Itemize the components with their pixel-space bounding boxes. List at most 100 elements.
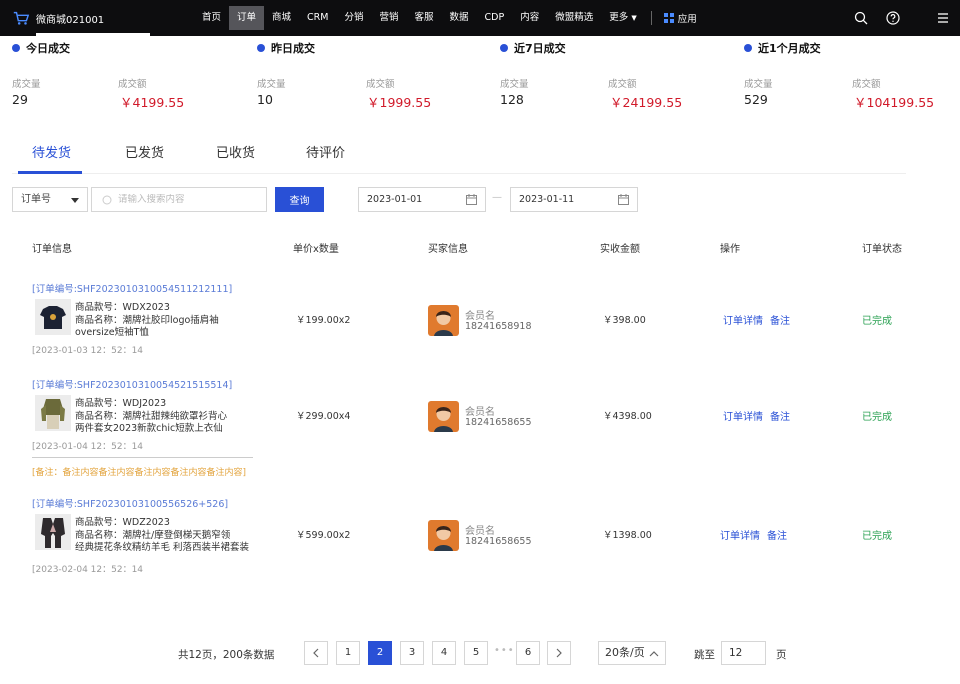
date-range-separator: — [492,192,502,203]
jump-label: 跳至 [694,649,715,661]
next-page-button[interactable] [547,641,571,665]
buyer-phone: 18241658655 [465,417,532,428]
bullet-dot [500,44,508,52]
nav-customer-service[interactable]: 客服 [407,6,442,30]
order-detail-link[interactable]: 订单详情 [723,312,763,327]
nav-selection[interactable]: 微盟精选 [547,6,601,30]
stat-amount-label: 成交额 [366,79,395,90]
tab-pending-shipment[interactable]: 待发货 [32,142,71,161]
order-number[interactable]: [订单编号:SHF2023010310054511212111] [32,281,232,295]
stat-count-label: 成交量 [500,79,529,90]
stat-amount: ￥24199.55 [610,95,683,110]
stat-count: 529 [744,92,768,107]
query-button[interactable]: 查询 [275,187,324,212]
status-badge: 已完成 [862,316,892,327]
stat-count: 128 [500,92,524,107]
note-link[interactable]: 备注 [770,312,790,327]
search-icon[interactable] [854,11,868,25]
stat-count-label: 成交量 [744,79,773,90]
search-box[interactable] [91,187,267,212]
received-amount: ￥1398.00 [603,530,652,541]
tab-pending-review[interactable]: 待评价 [306,142,345,161]
prev-page-button[interactable] [304,641,328,665]
product-code: 商品款号：WDX2023 [75,302,170,313]
header-buyer: 买家信息 [428,244,468,255]
buyer-avatar [428,305,459,336]
buyer-avatar [428,520,459,551]
store-switcher[interactable]: 微商城021001 [12,0,104,36]
order-detail-link[interactable]: 订单详情 [723,408,763,423]
stat-amount: ￥4199.55 [120,95,185,110]
order-number[interactable]: [订单编号:SHF202301031005565​26+526] [32,496,228,510]
stat-title: 今日成交 [26,42,70,55]
nav-more[interactable]: 更多 ▼ [601,6,644,30]
help-icon[interactable] [886,11,900,25]
end-date-picker[interactable]: 2023-01-11 [510,187,638,212]
stat-title: 昨日成交 [271,42,315,55]
status-badge: 已完成 [862,531,892,542]
status-badge: 已完成 [862,412,892,423]
note-link[interactable]: 备注 [767,527,787,542]
bullet-dot [744,44,752,52]
header-order-info: 订单信息 [32,244,72,255]
order-number[interactable]: [订单编号:SHF2023010310054521515514] [32,377,232,391]
menu-icon[interactable] [918,11,950,25]
buyer-phone: 18241658655 [465,536,532,547]
header-amount: 实收金额 [600,244,640,255]
product-code: 商品款号：WDZ2023 [75,517,170,528]
nav-distribution[interactable]: 分销 [336,6,371,30]
tab-shipped[interactable]: 已发货 [125,142,164,161]
page-button[interactable]: 6 [516,641,540,665]
buyer-phone: 18241658918 [465,321,532,332]
tab-received[interactable]: 已收货 [216,142,255,161]
nav-cdp[interactable]: CDP [477,6,513,30]
store-name: 微商城021001 [36,14,105,26]
nav-home[interactable]: 首页 [194,6,229,30]
order-time: [2023-01-04 12：52：14 [32,442,144,452]
page-size-select[interactable]: 20条/页 [598,641,666,665]
nav-data[interactable]: 数据 [442,6,477,30]
stat-amount: ￥104199.55 [854,95,935,110]
product-name-cont: 两件套女2023新款chic短款上衣仙 [75,423,223,434]
stat-amount: ￥1999.55 [367,95,432,110]
product-image [35,299,71,335]
jump-page-input[interactable] [721,641,766,665]
price-qty: ￥299.00x4 [296,411,351,422]
apps-button[interactable]: 应用 [658,11,703,25]
nav-orders[interactable]: 订单 [229,6,265,30]
nav-content[interactable]: 内容 [512,6,547,30]
store-underline [36,33,150,36]
buyer-avatar [428,401,459,432]
select-value: 订单号 [21,194,51,205]
nav-mall[interactable]: 商城 [264,6,299,30]
end-date: 2023-01-11 [519,194,575,205]
product-code: 商品款号：WDJ2023 [75,398,167,409]
search-icon [102,195,112,204]
stat-count-label: 成交量 [12,79,41,90]
order-status-tabs: 待发货 已发货 已收货 待评价 [12,134,906,174]
nav-crm[interactable]: CRM [299,6,336,30]
price-qty: ￥199.00x2 [296,315,351,326]
header-status: 订单状态 [862,244,902,255]
stat-1month: 近1个月成交 成交量 成交额 529 ￥104199.55 [744,40,960,110]
search-field-select[interactable]: 订单号 [12,187,88,212]
search-input[interactable] [118,194,258,205]
bullet-dot [12,44,20,52]
start-date-picker[interactable]: 2023-01-01 [358,187,486,212]
page-button[interactable]: 5 [464,641,488,665]
note-link[interactable]: 备注 [770,408,790,423]
apps-label: 应用 [677,14,697,25]
product-image [35,395,71,431]
page-button-current[interactable]: 2 [368,641,392,665]
pagination-ellipsis[interactable]: ••• [494,645,515,656]
page-button[interactable]: 4 [432,641,456,665]
stat-count-label: 成交量 [257,79,286,90]
stat-amount-label: 成交额 [852,79,881,90]
order-detail-link[interactable]: 订单详情 [720,527,760,542]
page-button[interactable]: 3 [400,641,424,665]
calendar-icon [466,194,477,205]
page-button[interactable]: 1 [336,641,360,665]
nav-marketing[interactable]: 营销 [372,6,407,30]
order-remark: [备注：备注内容备注内容备注内容备注内容备注内容] [32,468,247,478]
chevron-right-icon [556,648,562,658]
